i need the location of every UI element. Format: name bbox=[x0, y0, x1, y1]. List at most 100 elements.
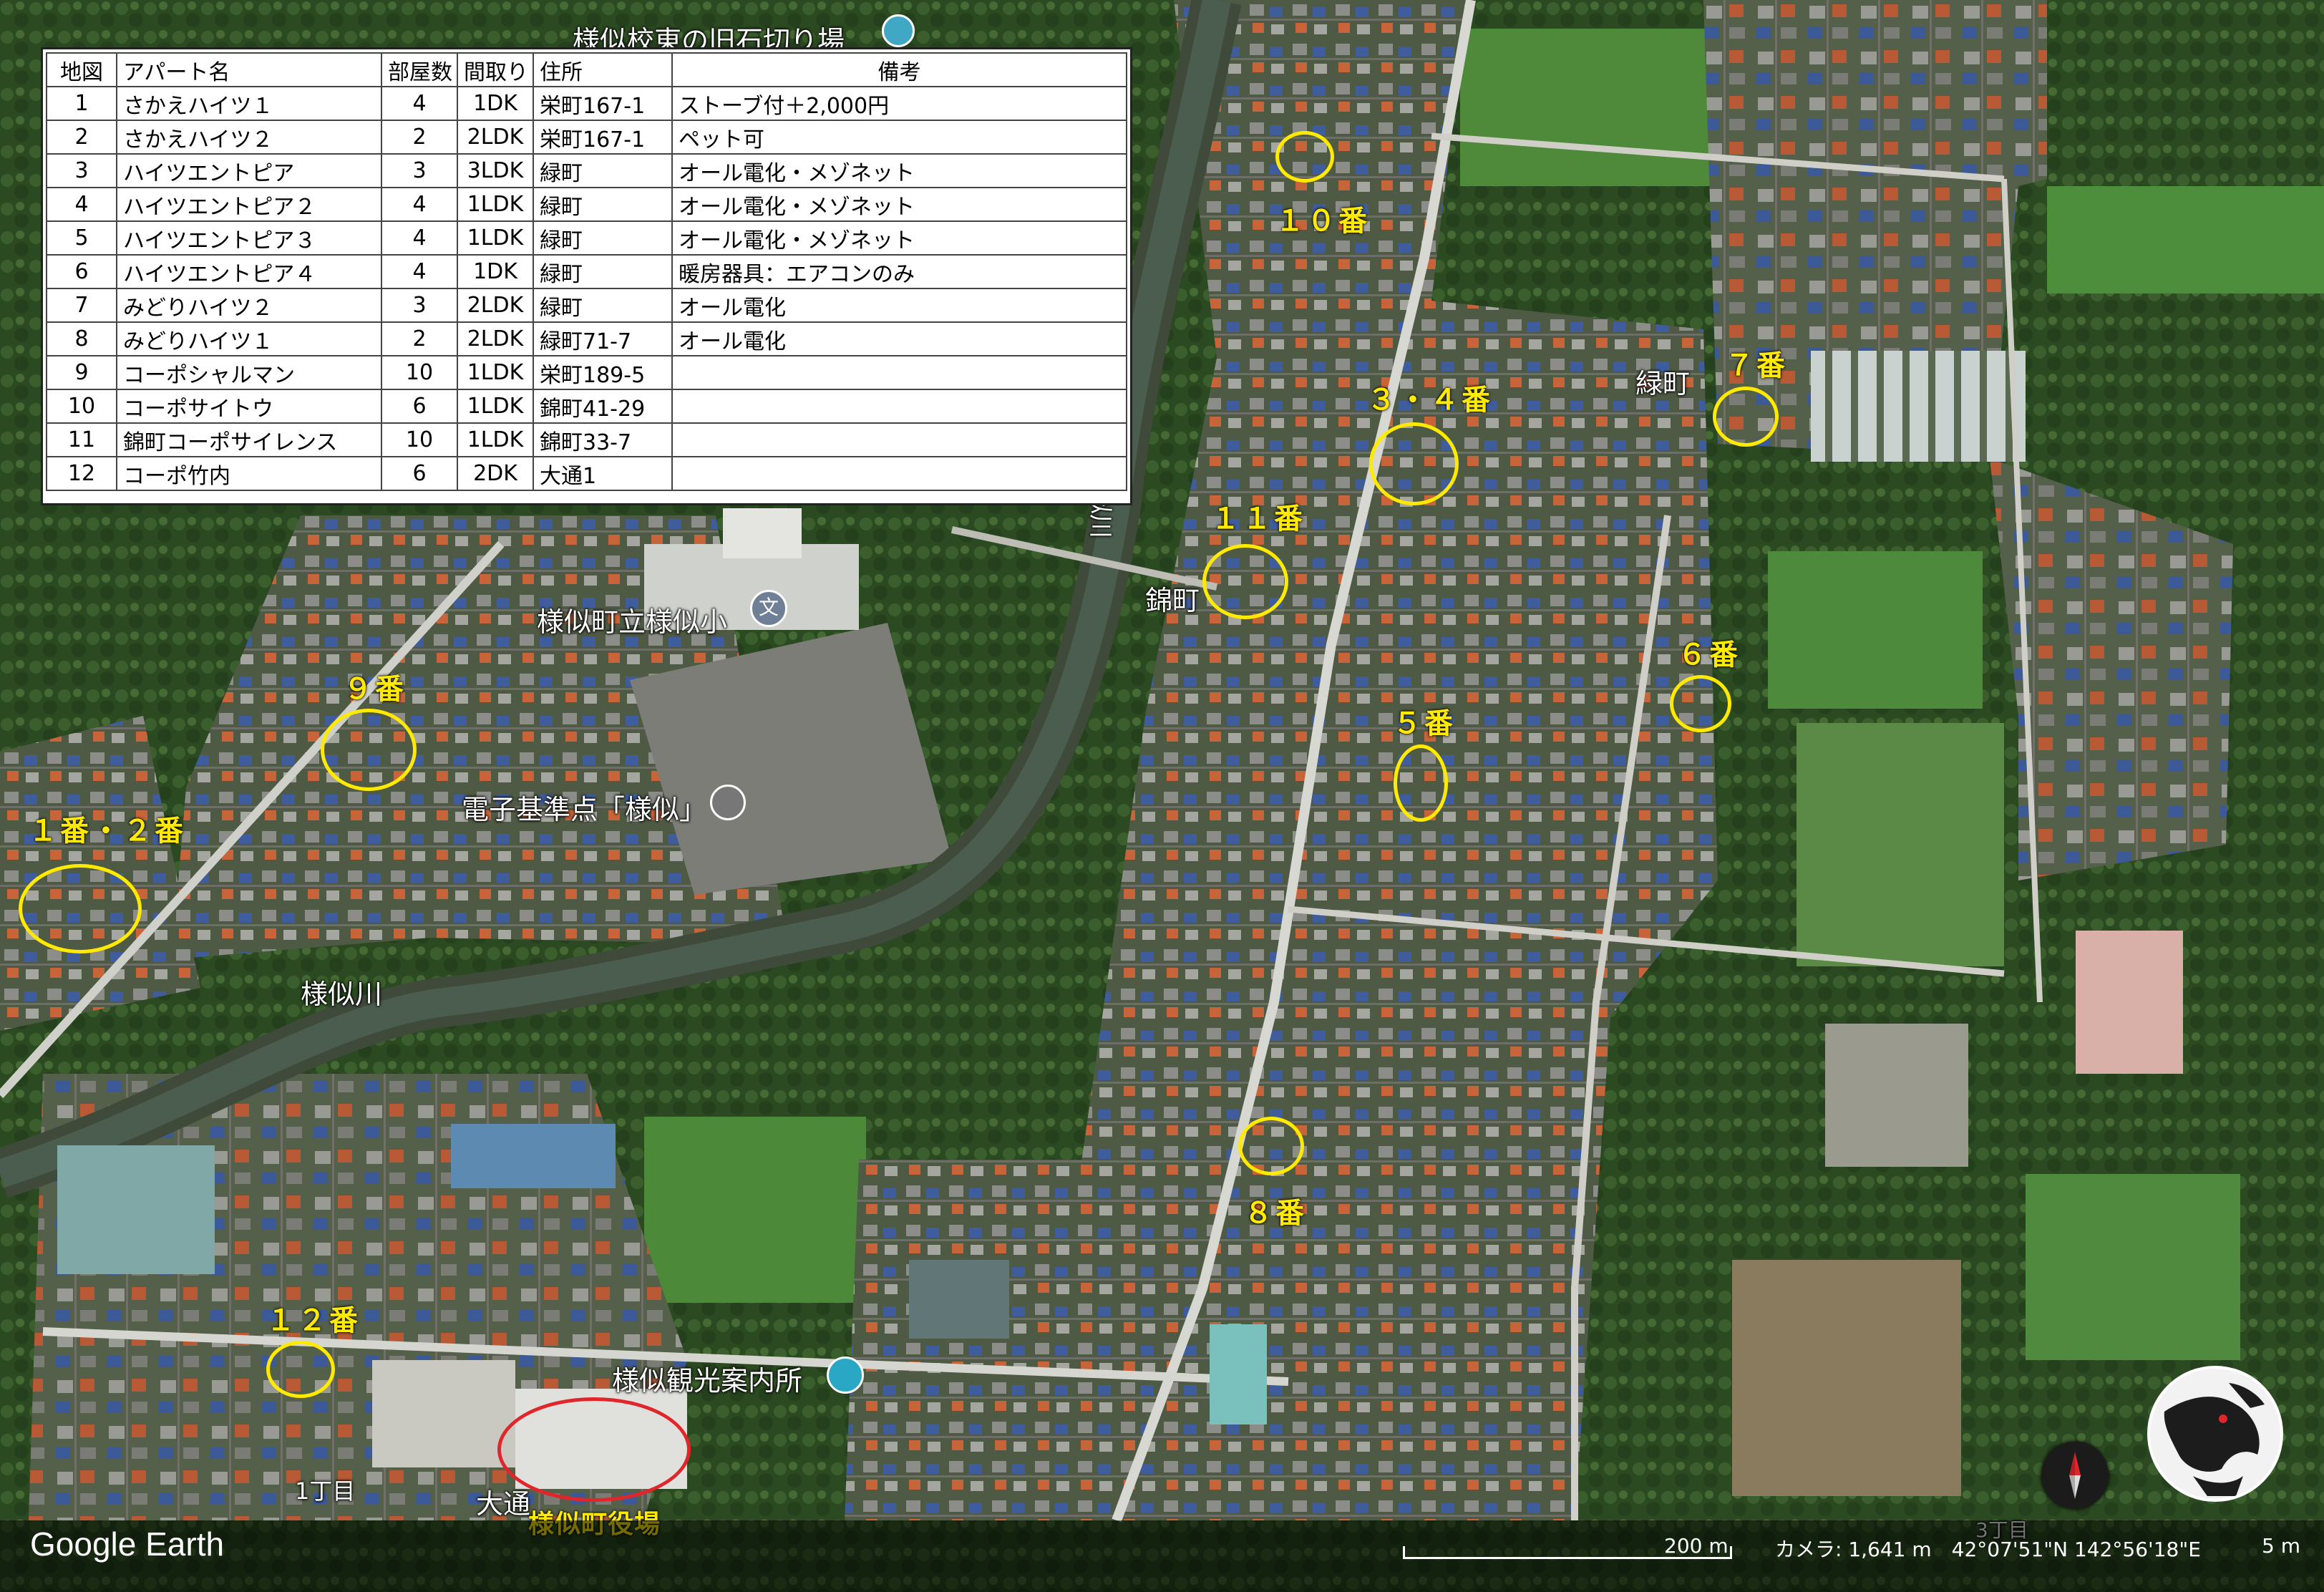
label-river: 様似川 bbox=[301, 979, 383, 1010]
marker-ellipse-1-2[interactable] bbox=[19, 864, 142, 953]
cell-name: さかえハイツ２ bbox=[116, 120, 382, 155]
marker-label-3-4: ３・４番 bbox=[1367, 384, 1493, 417]
marker-label-5: ５番 bbox=[1393, 707, 1456, 740]
col-header-layout: 間取り bbox=[457, 52, 534, 87]
tourist-info-icon[interactable] bbox=[827, 1356, 864, 1394]
school-icon[interactable]: 文 bbox=[750, 590, 787, 627]
cell-map: 7 bbox=[46, 288, 117, 323]
cell-name: ハイツエントピア２ bbox=[116, 187, 382, 222]
col-header-address: 住所 bbox=[533, 52, 673, 87]
table-header-row: 地図 アパート名 部屋数 間取り 住所 備考 bbox=[46, 52, 1127, 87]
cell-notes: オール電化 bbox=[671, 321, 1127, 356]
cell-layout: 1LDK bbox=[457, 389, 534, 424]
scale-text: 200 m bbox=[1664, 1534, 1729, 1558]
table-row: 3 ハイツエントピア 3 3LDK 緑町 オール電化・メゾネット bbox=[46, 153, 1127, 188]
cell-notes: オール電化・メゾネット bbox=[671, 187, 1127, 222]
cell-name: さかえハイツ１ bbox=[116, 86, 382, 121]
label-tourist-info: 様似観光案内所 bbox=[612, 1365, 803, 1397]
cell-address: 栄町189-5 bbox=[533, 355, 673, 390]
col-header-notes: 備考 bbox=[671, 52, 1127, 87]
cell-map: 8 bbox=[46, 321, 117, 356]
cell-notes: 暖房器具：エアコンのみ bbox=[671, 254, 1127, 289]
marker-ellipse-3-4[interactable] bbox=[1369, 422, 1459, 505]
cell-map: 12 bbox=[46, 456, 117, 491]
cell-rooms: 10 bbox=[381, 355, 458, 390]
marker-ellipse-12[interactable] bbox=[266, 1341, 335, 1398]
cell-layout: 1DK bbox=[457, 254, 534, 289]
marker-ellipse-10[interactable] bbox=[1275, 131, 1334, 183]
cell-rooms: 2 bbox=[381, 120, 458, 155]
cell-map: 11 bbox=[46, 422, 117, 457]
cell-rooms: 4 bbox=[381, 86, 458, 121]
table-row: 8 みどりハイツ１ 2 2LDK 緑町71-7 オール電化 bbox=[46, 321, 1127, 356]
cell-rooms: 6 bbox=[381, 389, 458, 424]
marker-label-6: ６番 bbox=[1678, 639, 1741, 671]
marker-ellipse-7[interactable] bbox=[1713, 387, 1779, 447]
cell-notes bbox=[671, 422, 1127, 457]
cell-address: 錦町41-29 bbox=[533, 389, 673, 424]
marker-ellipse-5[interactable] bbox=[1394, 744, 1448, 822]
table-row: 11 錦町コーポサイレンス 10 1LDK 錦町33-7 bbox=[46, 422, 1127, 457]
cell-rooms: 2 bbox=[381, 321, 458, 356]
table-row: 10 コーポサイトウ 6 1LDK 錦町41-29 bbox=[46, 389, 1127, 424]
marker-ellipse-11[interactable] bbox=[1202, 544, 1288, 619]
col-header-map: 地図 bbox=[46, 52, 117, 87]
cell-map: 2 bbox=[46, 120, 117, 155]
label-nishikimachi: 錦町 bbox=[1145, 585, 1200, 616]
cell-address: 緑町 bbox=[533, 153, 673, 188]
table-row: 1 さかえハイツ１ 4 1DK 栄町167-1 ストーブ付＋2,000円 bbox=[46, 86, 1127, 121]
cell-address: 錦町33-7 bbox=[533, 422, 673, 457]
table-row: 5 ハイツエントピア３ 4 1LDK 緑町 オール電化・メゾネット bbox=[46, 220, 1127, 256]
benchmark-icon[interactable] bbox=[710, 785, 746, 820]
table-row: 6 ハイツエントピア４ 4 1DK 緑町 暖房器具：エアコンのみ bbox=[46, 254, 1127, 289]
cell-map: 6 bbox=[46, 254, 117, 289]
pin-icon[interactable] bbox=[882, 14, 915, 47]
cell-address: 緑町 bbox=[533, 187, 673, 222]
cell-notes bbox=[671, 355, 1127, 390]
marker-ellipse-6[interactable] bbox=[1670, 675, 1731, 732]
globe-navigator[interactable] bbox=[2147, 1366, 2283, 1502]
cell-rooms: 4 bbox=[381, 254, 458, 289]
cell-map: 10 bbox=[46, 389, 117, 424]
col-header-name: アパート名 bbox=[116, 52, 382, 87]
compass-button[interactable] bbox=[2041, 1442, 2109, 1509]
cell-layout: 1LDK bbox=[457, 355, 534, 390]
marker-label-8: ８番 bbox=[1244, 1197, 1307, 1230]
cell-rooms: 6 bbox=[381, 456, 458, 491]
cell-address: 緑町 bbox=[533, 254, 673, 289]
cell-rooms: 3 bbox=[381, 288, 458, 323]
marker-ellipse-8[interactable] bbox=[1238, 1117, 1304, 1175]
cell-notes bbox=[671, 456, 1127, 491]
cell-notes: オール電化・メゾネット bbox=[671, 153, 1127, 188]
table-row: 2 さかえハイツ２ 2 2LDK 栄町167-1 ペット可 bbox=[46, 120, 1127, 155]
cell-name: ハイツエントピア bbox=[116, 153, 382, 188]
cell-notes: オール電化・メゾネット bbox=[671, 220, 1127, 256]
marker-label-12: １２番 bbox=[266, 1304, 361, 1337]
cell-notes: ペット可 bbox=[671, 120, 1127, 155]
cell-layout: 1LDK bbox=[457, 220, 534, 256]
cell-name: コーポシャルマン bbox=[116, 355, 382, 390]
label-midorimachi: 緑町 bbox=[1635, 368, 1691, 399]
cell-notes: ストーブ付＋2,000円 bbox=[671, 86, 1127, 121]
cell-layout: 2LDK bbox=[457, 321, 534, 356]
cell-layout: 2LDK bbox=[457, 288, 534, 323]
col-header-rooms: 部屋数 bbox=[381, 52, 458, 87]
cell-map: 9 bbox=[46, 355, 117, 390]
cell-layout: 1LDK bbox=[457, 187, 534, 222]
cell-layout: 3LDK bbox=[457, 153, 534, 188]
marker-label-11: １１番 bbox=[1211, 503, 1306, 535]
cell-name: ハイツエントピア４ bbox=[116, 254, 382, 289]
label-school: 様似町立様似小 bbox=[537, 606, 728, 638]
table-row: 12 コーポ竹内 6 2DK 大通1 bbox=[46, 456, 1127, 491]
cell-notes bbox=[671, 389, 1127, 424]
zoom-readout: 5 m bbox=[2262, 1534, 2300, 1558]
town-hall-ellipse[interactable] bbox=[497, 1397, 691, 1502]
label-benchmark: 電子基準点「様似」 bbox=[462, 794, 707, 825]
cell-rooms: 4 bbox=[381, 220, 458, 256]
cell-address: 緑町 bbox=[533, 220, 673, 256]
cell-address: 大通1 bbox=[533, 456, 673, 491]
cell-notes: オール電化 bbox=[671, 288, 1127, 323]
cell-layout: 1DK bbox=[457, 86, 534, 121]
marker-ellipse-9[interactable] bbox=[321, 709, 417, 791]
compass-needle-icon bbox=[2069, 1452, 2081, 1499]
